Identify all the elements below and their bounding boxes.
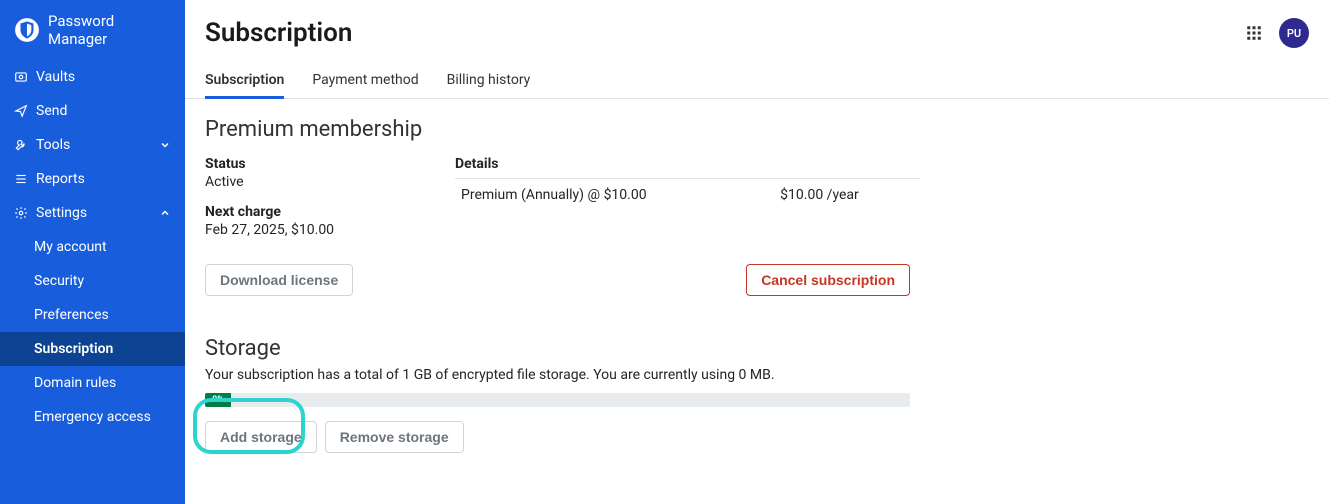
premium-col-left: Status Active Next charge Feb 27, 2025, … bbox=[205, 156, 445, 252]
nav-label: Settings bbox=[36, 205, 151, 221]
nav-sub-label: Preferences bbox=[34, 307, 109, 323]
header-actions: PU bbox=[1245, 18, 1309, 48]
main-content: Subscription PU Subscription Payment met… bbox=[185, 0, 1329, 504]
nav-label: Tools bbox=[36, 137, 151, 153]
nav-label: Send bbox=[36, 103, 171, 119]
details-header: Details bbox=[455, 156, 920, 179]
avatar[interactable]: PU bbox=[1279, 18, 1309, 48]
shield-logo-icon bbox=[14, 17, 40, 43]
storage-heading: Storage bbox=[205, 336, 1309, 361]
tab-label: Subscription bbox=[205, 72, 284, 88]
reports-icon bbox=[14, 172, 28, 186]
tab-billing-history[interactable]: Billing history bbox=[447, 64, 531, 98]
storage-progress: 0% bbox=[205, 393, 910, 407]
nav-sub-label: Domain rules bbox=[34, 375, 116, 391]
premium-actions: Download license Cancel subscription bbox=[205, 264, 910, 296]
nav: Vaults Send Tools Reports bbox=[0, 60, 185, 230]
next-charge-value: Feb 27, 2025, $10.00 bbox=[205, 222, 445, 238]
status-value: Active bbox=[205, 174, 445, 190]
premium-col-right: Details Premium (Annually) @ $10.00 $10.… bbox=[455, 156, 920, 252]
details-price: $10.00 /year bbox=[740, 179, 920, 212]
wrench-icon bbox=[14, 138, 28, 152]
tab-label: Billing history bbox=[447, 72, 531, 88]
details-line: Premium (Annually) @ $10.00 bbox=[455, 179, 740, 212]
tab-label: Payment method bbox=[312, 72, 418, 88]
settings-subnav: My account Security Preferences Subscrip… bbox=[0, 230, 185, 434]
sidebar-item-settings[interactable]: Settings bbox=[0, 196, 185, 230]
tab-payment-method[interactable]: Payment method bbox=[312, 64, 418, 98]
next-charge-label: Next charge bbox=[205, 204, 445, 220]
sidebar-sub-subscription[interactable]: Subscription bbox=[0, 332, 185, 366]
premium-heading: Premium membership bbox=[205, 117, 1309, 142]
premium-columns: Status Active Next charge Feb 27, 2025, … bbox=[205, 156, 1309, 252]
sidebar-sub-emergency-access[interactable]: Emergency access bbox=[0, 400, 185, 434]
sidebar-sub-domain-rules[interactable]: Domain rules bbox=[0, 366, 185, 400]
cancel-subscription-button[interactable]: Cancel subscription bbox=[746, 264, 910, 296]
sidebar-item-vaults[interactable]: Vaults bbox=[0, 60, 185, 94]
nav-sub-label: Security bbox=[34, 273, 84, 289]
nav-sub-label: Emergency access bbox=[34, 409, 151, 425]
storage-progress-bar: 0% bbox=[205, 393, 231, 407]
details-row: Premium (Annually) @ $10.00 $10.00 /year bbox=[455, 179, 920, 212]
brand: Password Manager bbox=[0, 0, 185, 60]
status-label: Status bbox=[205, 156, 445, 172]
vault-icon bbox=[14, 70, 28, 84]
page-header: Subscription PU bbox=[185, 0, 1329, 58]
storage-section: Storage Your subscription has a total of… bbox=[205, 336, 1309, 453]
storage-buttons: Add storage Remove storage bbox=[205, 421, 1309, 453]
sidebar-item-send[interactable]: Send bbox=[0, 94, 185, 128]
brand-text: Password Manager bbox=[48, 12, 171, 48]
chevron-up-icon bbox=[159, 207, 171, 219]
nav-sub-label: Subscription bbox=[34, 341, 113, 357]
content-body: Premium membership Status Active Next ch… bbox=[185, 99, 1329, 471]
sidebar-item-tools[interactable]: Tools bbox=[0, 128, 185, 162]
nav-sub-label: My account bbox=[34, 239, 107, 255]
nav-label: Vaults bbox=[36, 69, 171, 85]
sidebar-sub-my-account[interactable]: My account bbox=[0, 230, 185, 264]
add-storage-button[interactable]: Add storage bbox=[205, 421, 317, 453]
nav-label: Reports bbox=[36, 171, 171, 187]
sidebar-item-reports[interactable]: Reports bbox=[0, 162, 185, 196]
chevron-down-icon bbox=[159, 139, 171, 151]
avatar-initials: PU bbox=[1287, 27, 1301, 40]
gear-icon bbox=[14, 206, 28, 220]
download-license-button[interactable]: Download license bbox=[205, 264, 353, 296]
sidebar: Password Manager Vaults Send Tools bbox=[0, 0, 185, 504]
sidebar-sub-preferences[interactable]: Preferences bbox=[0, 298, 185, 332]
send-icon bbox=[14, 104, 28, 118]
sidebar-sub-security[interactable]: Security bbox=[0, 264, 185, 298]
storage-description: Your subscription has a total of 1 GB of… bbox=[205, 367, 1309, 383]
tabs: Subscription Payment method Billing hist… bbox=[185, 64, 1329, 99]
tab-subscription[interactable]: Subscription bbox=[205, 64, 284, 98]
details-table: Details Premium (Annually) @ $10.00 $10.… bbox=[455, 156, 920, 211]
app-grid-icon[interactable] bbox=[1245, 24, 1263, 42]
remove-storage-button[interactable]: Remove storage bbox=[325, 421, 464, 453]
page-title: Subscription bbox=[205, 18, 352, 48]
